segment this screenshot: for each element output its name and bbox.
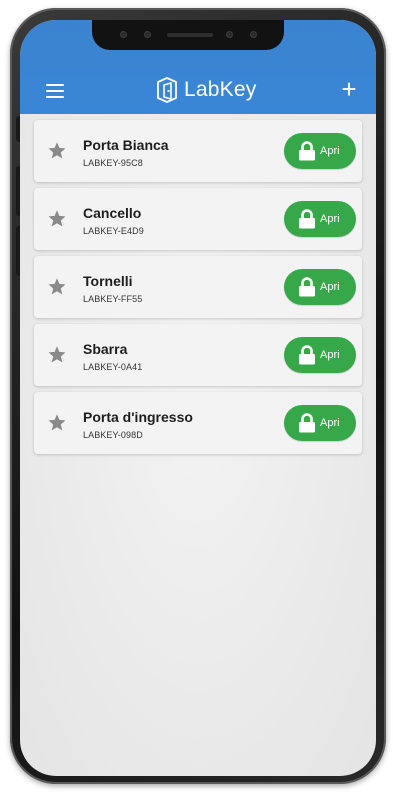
labkey-door-logo-icon — [157, 77, 177, 103]
device-name: Sbarra — [83, 341, 128, 357]
device-code: LABKEY-95C8 — [83, 158, 143, 168]
favorite-star-icon[interactable] — [46, 140, 68, 162]
device-name: Porta d'ingresso — [83, 409, 193, 425]
lock-icon — [299, 209, 315, 229]
lock-icon — [299, 345, 315, 365]
lock-icon — [299, 277, 315, 297]
open-button[interactable]: Apri — [284, 405, 356, 441]
open-button-label: Apri — [320, 417, 340, 429]
app-brand: LabKey — [156, 76, 256, 104]
app-title: LabKey — [184, 78, 257, 101]
device-list: Porta Bianca LABKEY-95C8 Apri Cancello L… — [34, 120, 362, 460]
device-name: Porta Bianca — [83, 137, 169, 153]
sensor-dot — [250, 31, 257, 38]
favorite-star-icon[interactable] — [46, 208, 68, 230]
device-card: Cancello LABKEY-E4D9 Apri — [34, 188, 362, 250]
device-name: Tornelli — [83, 273, 133, 289]
app-screen: LabKey + Porta Bianca LABKEY-95C8 Apri C — [20, 20, 376, 776]
favorite-star-icon[interactable] — [46, 412, 68, 434]
device-code: LABKEY-098D — [83, 430, 143, 440]
open-button[interactable]: Apri — [284, 133, 356, 169]
device-card: Tornelli LABKEY-FF55 Apri — [34, 256, 362, 318]
device-name: Cancello — [83, 205, 142, 221]
favorite-star-icon[interactable] — [46, 344, 68, 366]
open-button[interactable]: Apri — [284, 337, 356, 373]
device-card: Porta d'ingresso LABKEY-098D Apri — [34, 392, 362, 454]
favorite-star-icon[interactable] — [46, 276, 68, 298]
add-device-button[interactable]: + — [338, 76, 360, 102]
lock-icon — [299, 413, 315, 433]
open-button-label: Apri — [320, 349, 340, 361]
device-code: LABKEY-0A41 — [83, 362, 143, 372]
sensor-dot — [226, 31, 233, 38]
sensor-dot — [120, 31, 127, 38]
open-button-label: Apri — [320, 145, 340, 157]
lock-icon — [299, 141, 315, 161]
device-code: LABKEY-E4D9 — [83, 226, 144, 236]
camera-dot — [144, 31, 151, 38]
phone-notch — [92, 20, 284, 50]
earpiece-speaker — [167, 33, 213, 37]
open-button[interactable]: Apri — [284, 269, 356, 305]
hamburger-menu-icon[interactable] — [46, 84, 64, 98]
device-code: LABKEY-FF55 — [83, 294, 143, 304]
device-card: Porta Bianca LABKEY-95C8 Apri — [34, 120, 362, 182]
open-button-label: Apri — [320, 281, 340, 293]
open-button-label: Apri — [320, 213, 340, 225]
open-button[interactable]: Apri — [284, 201, 356, 237]
device-card: Sbarra LABKEY-0A41 Apri — [34, 324, 362, 386]
